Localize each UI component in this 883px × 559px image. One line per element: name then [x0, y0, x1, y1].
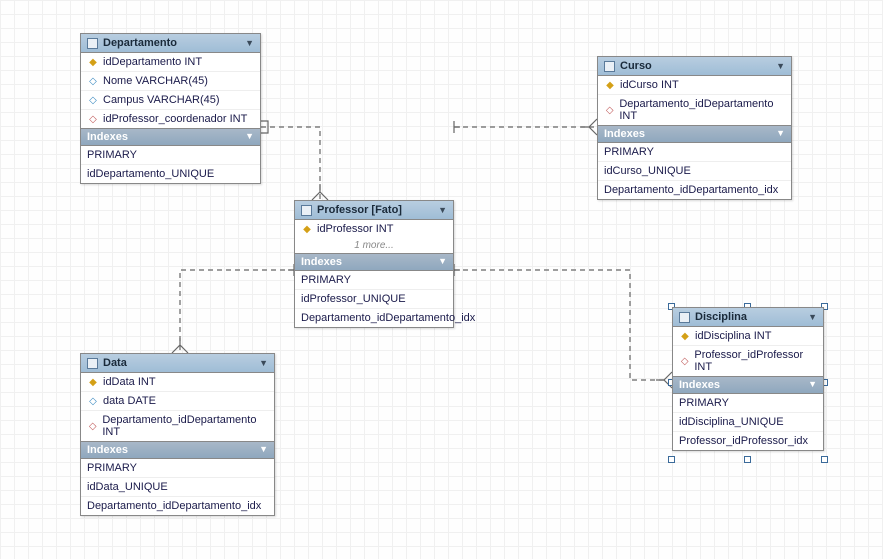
column-row[interactable]: ◆idProfessor INT [295, 220, 453, 238]
collapse-icon[interactable]: ▼ [259, 444, 268, 454]
table-icon [679, 312, 690, 323]
diamond-icon: ◇ [87, 421, 98, 432]
indexes-list: PRIMARY idDisciplina_UNIQUE Professor_id… [673, 394, 823, 450]
entity-name: Curso [620, 60, 652, 72]
index-row[interactable]: idCurso_UNIQUE [598, 161, 791, 180]
columns-list: ◆idProfessor INT 1 more... [295, 220, 453, 253]
entity-data[interactable]: Data ▼ ◆idData INT ◇data DATE ◇Departame… [80, 353, 275, 516]
indexes-header[interactable]: Indexes ▼ [81, 441, 274, 459]
column-row[interactable]: ◇data DATE [81, 391, 274, 410]
erd-canvas[interactable]: Departamento ▼ ◆idDepartamento INT ◇Nome… [0, 0, 883, 559]
index-row[interactable]: idDepartamento_UNIQUE [81, 164, 260, 183]
indexes-header[interactable]: Indexes ▼ [598, 125, 791, 143]
table-icon [604, 61, 615, 72]
index-row[interactable]: PRIMARY [598, 143, 791, 161]
column-row[interactable]: ◇Departamento_idDepartamento INT [598, 94, 791, 125]
entity-name: Data [103, 357, 127, 369]
column-row[interactable]: ◆idData INT [81, 373, 274, 391]
column-row[interactable]: ◇Nome VARCHAR(45) [81, 71, 260, 90]
index-row[interactable]: PRIMARY [81, 459, 274, 477]
diamond-icon: ◇ [604, 105, 615, 116]
entity-title[interactable]: Departamento ▼ [81, 34, 260, 53]
index-row[interactable]: Departamento_idDepartamento_idx [295, 308, 453, 327]
entity-title[interactable]: Professor [Fato] ▼ [295, 201, 453, 220]
diamond-icon: ◇ [87, 114, 99, 125]
columns-list: ◆idDisciplina INT ◇Professor_idProfessor… [673, 327, 823, 376]
column-row[interactable]: ◆idCurso INT [598, 76, 791, 94]
collapse-icon[interactable]: ▼ [808, 379, 817, 389]
index-row[interactable]: PRIMARY [81, 146, 260, 164]
collapse-icon[interactable]: ▼ [808, 312, 817, 322]
column-row[interactable]: ◆idDisciplina INT [673, 327, 823, 345]
index-row[interactable]: idData_UNIQUE [81, 477, 274, 496]
entity-curso[interactable]: Curso ▼ ◆idCurso INT ◇Departamento_idDep… [597, 56, 792, 200]
index-row[interactable]: Professor_idProfessor_idx [673, 431, 823, 450]
index-row[interactable]: PRIMARY [295, 271, 453, 289]
table-icon [87, 38, 98, 49]
collapse-icon[interactable]: ▼ [438, 256, 447, 266]
key-icon: ◆ [301, 224, 313, 235]
entity-title[interactable]: Data ▼ [81, 354, 274, 373]
index-row[interactable]: Departamento_idDepartamento_idx [598, 180, 791, 199]
resize-handle-s[interactable] [744, 456, 751, 463]
key-icon: ◆ [87, 57, 99, 68]
table-icon [301, 205, 312, 216]
diamond-icon: ◇ [87, 396, 99, 407]
collapse-icon[interactable]: ▼ [776, 128, 785, 138]
indexes-header[interactable]: Indexes ▼ [81, 128, 260, 146]
column-row[interactable]: ◆idDepartamento INT [81, 53, 260, 71]
column-row[interactable]: ◇Professor_idProfessor INT [673, 345, 823, 376]
key-icon: ◆ [679, 331, 691, 342]
diamond-icon: ◇ [679, 356, 690, 367]
more-indicator[interactable]: 1 more... [295, 238, 453, 253]
entity-departamento[interactable]: Departamento ▼ ◆idDepartamento INT ◇Nome… [80, 33, 261, 184]
indexes-list: PRIMARY idDepartamento_UNIQUE [81, 146, 260, 183]
collapse-icon[interactable]: ▼ [245, 131, 254, 141]
key-icon: ◆ [604, 80, 616, 91]
entity-title[interactable]: Curso ▼ [598, 57, 791, 76]
resize-handle-sw[interactable] [668, 456, 675, 463]
indexes-list: PRIMARY idCurso_UNIQUE Departamento_idDe… [598, 143, 791, 199]
resize-handle-se[interactable] [821, 456, 828, 463]
entity-name: Disciplina [695, 311, 747, 323]
column-row[interactable]: ◇Campus VARCHAR(45) [81, 90, 260, 109]
columns-list: ◆idDepartamento INT ◇Nome VARCHAR(45) ◇C… [81, 53, 260, 128]
indexes-list: PRIMARY idData_UNIQUE Departamento_idDep… [81, 459, 274, 515]
column-row[interactable]: ◇Departamento_idDepartamento INT [81, 410, 274, 441]
columns-list: ◆idCurso INT ◇Departamento_idDepartament… [598, 76, 791, 125]
entity-name: Departamento [103, 37, 177, 49]
indexes-header[interactable]: Indexes ▼ [673, 376, 823, 394]
diamond-icon: ◇ [87, 95, 99, 106]
collapse-icon[interactable]: ▼ [259, 358, 268, 368]
index-row[interactable]: PRIMARY [673, 394, 823, 412]
columns-list: ◆idData INT ◇data DATE ◇Departamento_idD… [81, 373, 274, 441]
table-icon [87, 358, 98, 369]
column-row[interactable]: ◇idProfessor_coordenador INT [81, 109, 260, 128]
collapse-icon[interactable]: ▼ [245, 38, 254, 48]
index-row[interactable]: idProfessor_UNIQUE [295, 289, 453, 308]
diamond-icon: ◇ [87, 76, 99, 87]
collapse-icon[interactable]: ▼ [776, 61, 785, 71]
entity-title[interactable]: Disciplina ▼ [673, 308, 823, 327]
entity-professor[interactable]: Professor [Fato] ▼ ◆idProfessor INT 1 mo… [294, 200, 454, 328]
index-row[interactable]: idDisciplina_UNIQUE [673, 412, 823, 431]
collapse-icon[interactable]: ▼ [438, 205, 447, 215]
entity-disciplina[interactable]: Disciplina ▼ ◆idDisciplina INT ◇Professo… [672, 307, 824, 451]
entity-name: Professor [Fato] [317, 204, 402, 216]
key-icon: ◆ [87, 377, 99, 388]
indexes-header[interactable]: Indexes ▼ [295, 253, 453, 271]
indexes-list: PRIMARY idProfessor_UNIQUE Departamento_… [295, 271, 453, 327]
index-row[interactable]: Departamento_idDepartamento_idx [81, 496, 274, 515]
